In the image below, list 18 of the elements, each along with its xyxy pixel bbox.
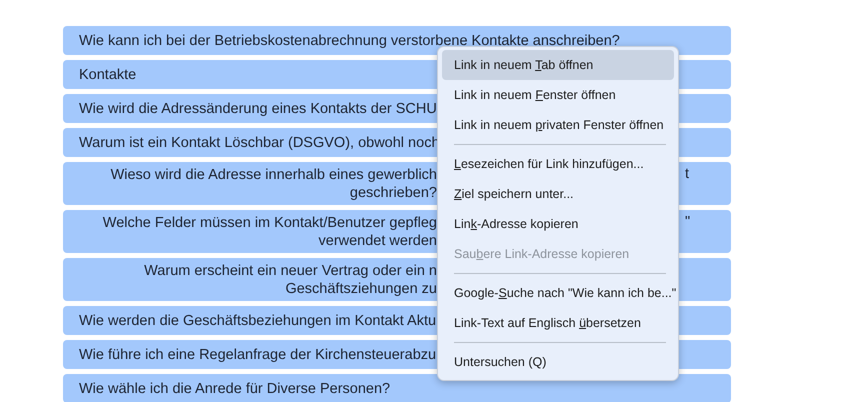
faq-link-text: Wie wird die Adressänderung eines Kontakts der SCHU bbox=[79, 100, 437, 118]
menu-item[interactable]: Link-Adresse kopieren bbox=[442, 209, 674, 239]
faq-link-text: Kontakte bbox=[79, 66, 136, 84]
faq-link-text: Wie kann ich bei der Betriebskostenabrechnung verstorbene Kontakte anschreiben? bbox=[79, 32, 620, 50]
faq-link-text: Wieso wird die Adresse innerhalb eines gewerblich bbox=[110, 166, 437, 184]
faq-link-text: Warum erscheint ein neuer Vertrag oder ein n bbox=[144, 262, 437, 280]
faq-link-text: Wie führe ich eine Regelanfrage der Kirchensteuerabzu bbox=[79, 346, 436, 364]
faq-link-text: Wie wähle ich die Anrede für Diverse Personen? bbox=[79, 380, 390, 398]
menu-item[interactable]: Link in neuem Tab öffnen bbox=[442, 50, 674, 80]
faq-link-text: Welche Felder müssen im Kontakt/Benutzer gepfleg bbox=[102, 214, 437, 232]
faq-link-text: Geschäftsziehungen zu bbox=[285, 280, 437, 298]
faq-link-text: geschrieben? bbox=[350, 184, 437, 202]
menu-item[interactable]: Link-Text auf Englisch übersetzen bbox=[442, 308, 674, 338]
faq-link-text: t bbox=[685, 165, 690, 183]
faq-link[interactable]: Wie wähle ich die Anrede für Diverse Personen? bbox=[63, 374, 731, 402]
faq-link-text: " bbox=[685, 213, 690, 231]
faq-link-text: Wie werden die Geschäftsbeziehungen im Kontakt Aktu bbox=[79, 312, 436, 330]
faq-link-text: verwendet werden bbox=[318, 232, 437, 250]
